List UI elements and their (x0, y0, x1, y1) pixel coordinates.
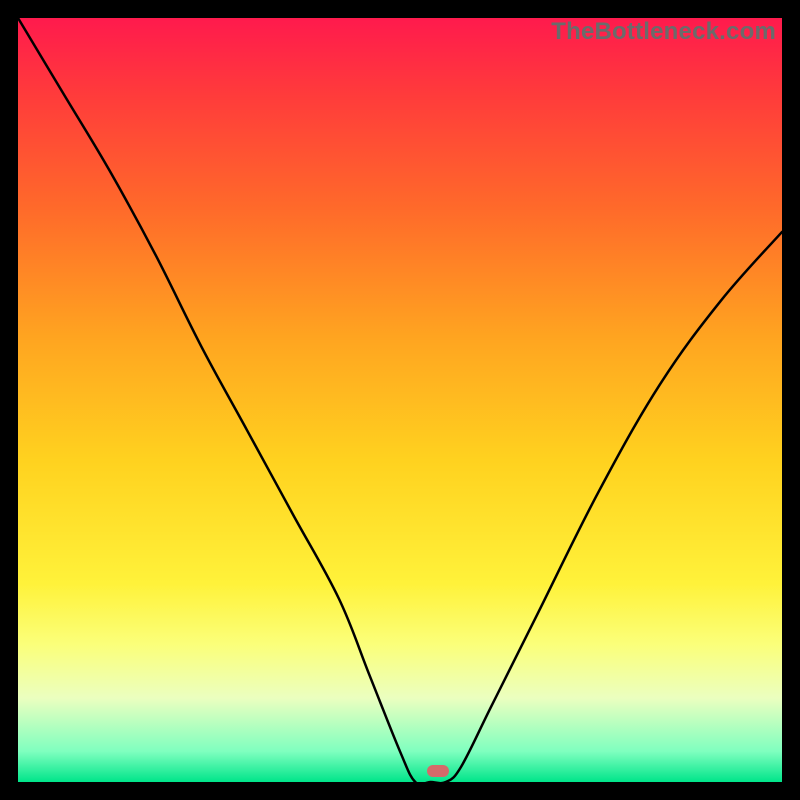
optimum-marker (427, 765, 449, 777)
bottleneck-curve (18, 18, 782, 782)
plot-area: TheBottleneck.com (18, 18, 782, 782)
chart-frame: TheBottleneck.com (0, 0, 800, 800)
